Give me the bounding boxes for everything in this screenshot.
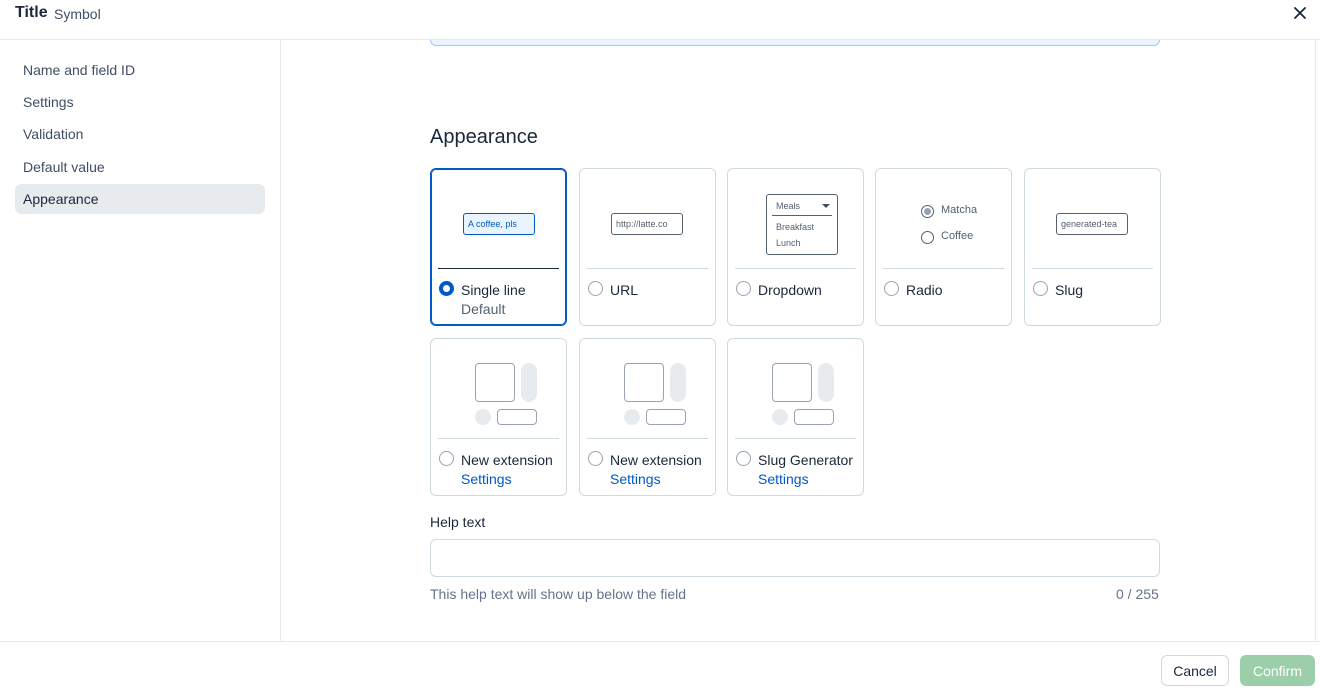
- close-icon[interactable]: [1291, 4, 1309, 22]
- preview-url-input: http://latte.co: [611, 213, 683, 235]
- extension-icon: [587, 339, 708, 439]
- appearance-option-dropdown[interactable]: Meals Breakfast Lunch Dropdown: [727, 168, 864, 326]
- option-label: Slug Generator: [758, 452, 853, 468]
- appearance-option-radio[interactable]: Matcha Coffee Radio: [875, 168, 1012, 326]
- modal-subtitle: Symbol: [54, 6, 101, 22]
- option-default-tag: Default: [461, 301, 506, 317]
- option-label: Radio: [906, 282, 943, 298]
- extension-shape: [794, 409, 834, 425]
- option-label: Dropdown: [758, 282, 822, 298]
- appearance-option-slug[interactable]: generated-tea Slug: [1024, 168, 1161, 326]
- extension-icon: [438, 339, 559, 439]
- appearance-option-single-line[interactable]: A coffee, pls Single line Default: [430, 168, 567, 326]
- extension-shape: [475, 363, 515, 402]
- main-content: Appearance A coffee, pls Single line Def…: [282, 40, 1316, 641]
- option-radio[interactable]: [736, 451, 751, 466]
- option-label: New extension: [461, 452, 553, 468]
- help-text-input[interactable]: [430, 539, 1160, 577]
- preview-radio-label: Matcha: [941, 204, 978, 216]
- option-label: URL: [610, 282, 639, 298]
- option-settings-link[interactable]: Settings: [610, 471, 661, 487]
- extension-shape: [646, 409, 686, 425]
- preview-dropdown-item: Breakfast: [776, 222, 815, 232]
- appearance-option-new-extension-1[interactable]: New extension Settings: [430, 338, 567, 496]
- option-radio[interactable]: [1033, 281, 1048, 296]
- extension-shape: [521, 363, 537, 402]
- previous-section-box: [430, 40, 1160, 46]
- scrollbar[interactable]: [1315, 40, 1316, 641]
- chevron-down-icon: [822, 204, 830, 208]
- extension-shape: [670, 363, 686, 402]
- option-preview: generated-tea: [1032, 169, 1153, 269]
- extension-shape: [624, 409, 640, 425]
- preview-radio-off: [921, 231, 934, 244]
- option-preview: http://latte.co: [587, 169, 708, 269]
- extension-shape: [818, 363, 834, 402]
- sidebar: Name and field ID Settings Validation De…: [0, 40, 281, 641]
- extension-shape: [772, 363, 812, 402]
- option-radio[interactable]: [588, 451, 603, 466]
- option-label: Slug: [1055, 282, 1084, 298]
- option-preview: A coffee, pls: [438, 169, 559, 269]
- extension-shape: [624, 363, 664, 402]
- appearance-option-url[interactable]: http://latte.co URL: [579, 168, 716, 326]
- appearance-option-slug-generator[interactable]: Slug Generator Settings: [727, 338, 864, 496]
- option-settings-link[interactable]: Settings: [461, 471, 512, 487]
- sidebar-item-validation[interactable]: Validation: [15, 119, 265, 149]
- option-label: Single line: [461, 282, 526, 298]
- help-text-char-count: 0 / 255: [1116, 586, 1159, 602]
- option-preview: Meals Breakfast Lunch: [735, 169, 856, 269]
- option-settings-link[interactable]: Settings: [758, 471, 809, 487]
- section-title-appearance: Appearance: [430, 126, 538, 148]
- preview-slug-input: generated-tea: [1056, 213, 1128, 235]
- option-radio[interactable]: [884, 281, 899, 296]
- sidebar-item-settings[interactable]: Settings: [15, 87, 265, 117]
- sidebar-item-appearance[interactable]: Appearance: [15, 184, 265, 214]
- help-text-hint: This help text will show up below the fi…: [430, 586, 687, 602]
- option-preview: Matcha Coffee: [883, 169, 1004, 269]
- preview-radio-on: [921, 205, 934, 218]
- preview-dropdown: Meals Breakfast Lunch: [766, 194, 838, 255]
- help-text-label: Help text: [430, 514, 486, 530]
- sidebar-item-name-and-field-id[interactable]: Name and field ID: [15, 55, 265, 85]
- modal-header: Title Symbol: [0, 0, 1320, 40]
- preview-dropdown-item: Lunch: [776, 238, 801, 248]
- option-label: New extension: [610, 452, 702, 468]
- extension-shape: [475, 409, 491, 425]
- divider: [772, 215, 832, 216]
- preview-dropdown-selected: Meals: [776, 201, 801, 211]
- extension-shape: [497, 409, 537, 425]
- preview-text-input: A coffee, pls: [463, 213, 535, 235]
- option-radio[interactable]: [439, 451, 454, 466]
- appearance-option-new-extension-2[interactable]: New extension Settings: [579, 338, 716, 496]
- option-radio[interactable]: [588, 281, 603, 296]
- extension-icon: [735, 339, 856, 439]
- sidebar-item-default-value[interactable]: Default value: [15, 152, 265, 182]
- modal-title: Title: [15, 4, 48, 21]
- preview-radio-label: Coffee: [941, 230, 974, 242]
- extension-shape: [772, 409, 788, 425]
- modal-footer: Cancel Confirm: [0, 641, 1320, 690]
- confirm-button[interactable]: Confirm: [1240, 655, 1315, 686]
- cancel-button[interactable]: Cancel: [1161, 655, 1229, 686]
- option-radio[interactable]: [439, 281, 454, 296]
- option-radio[interactable]: [736, 281, 751, 296]
